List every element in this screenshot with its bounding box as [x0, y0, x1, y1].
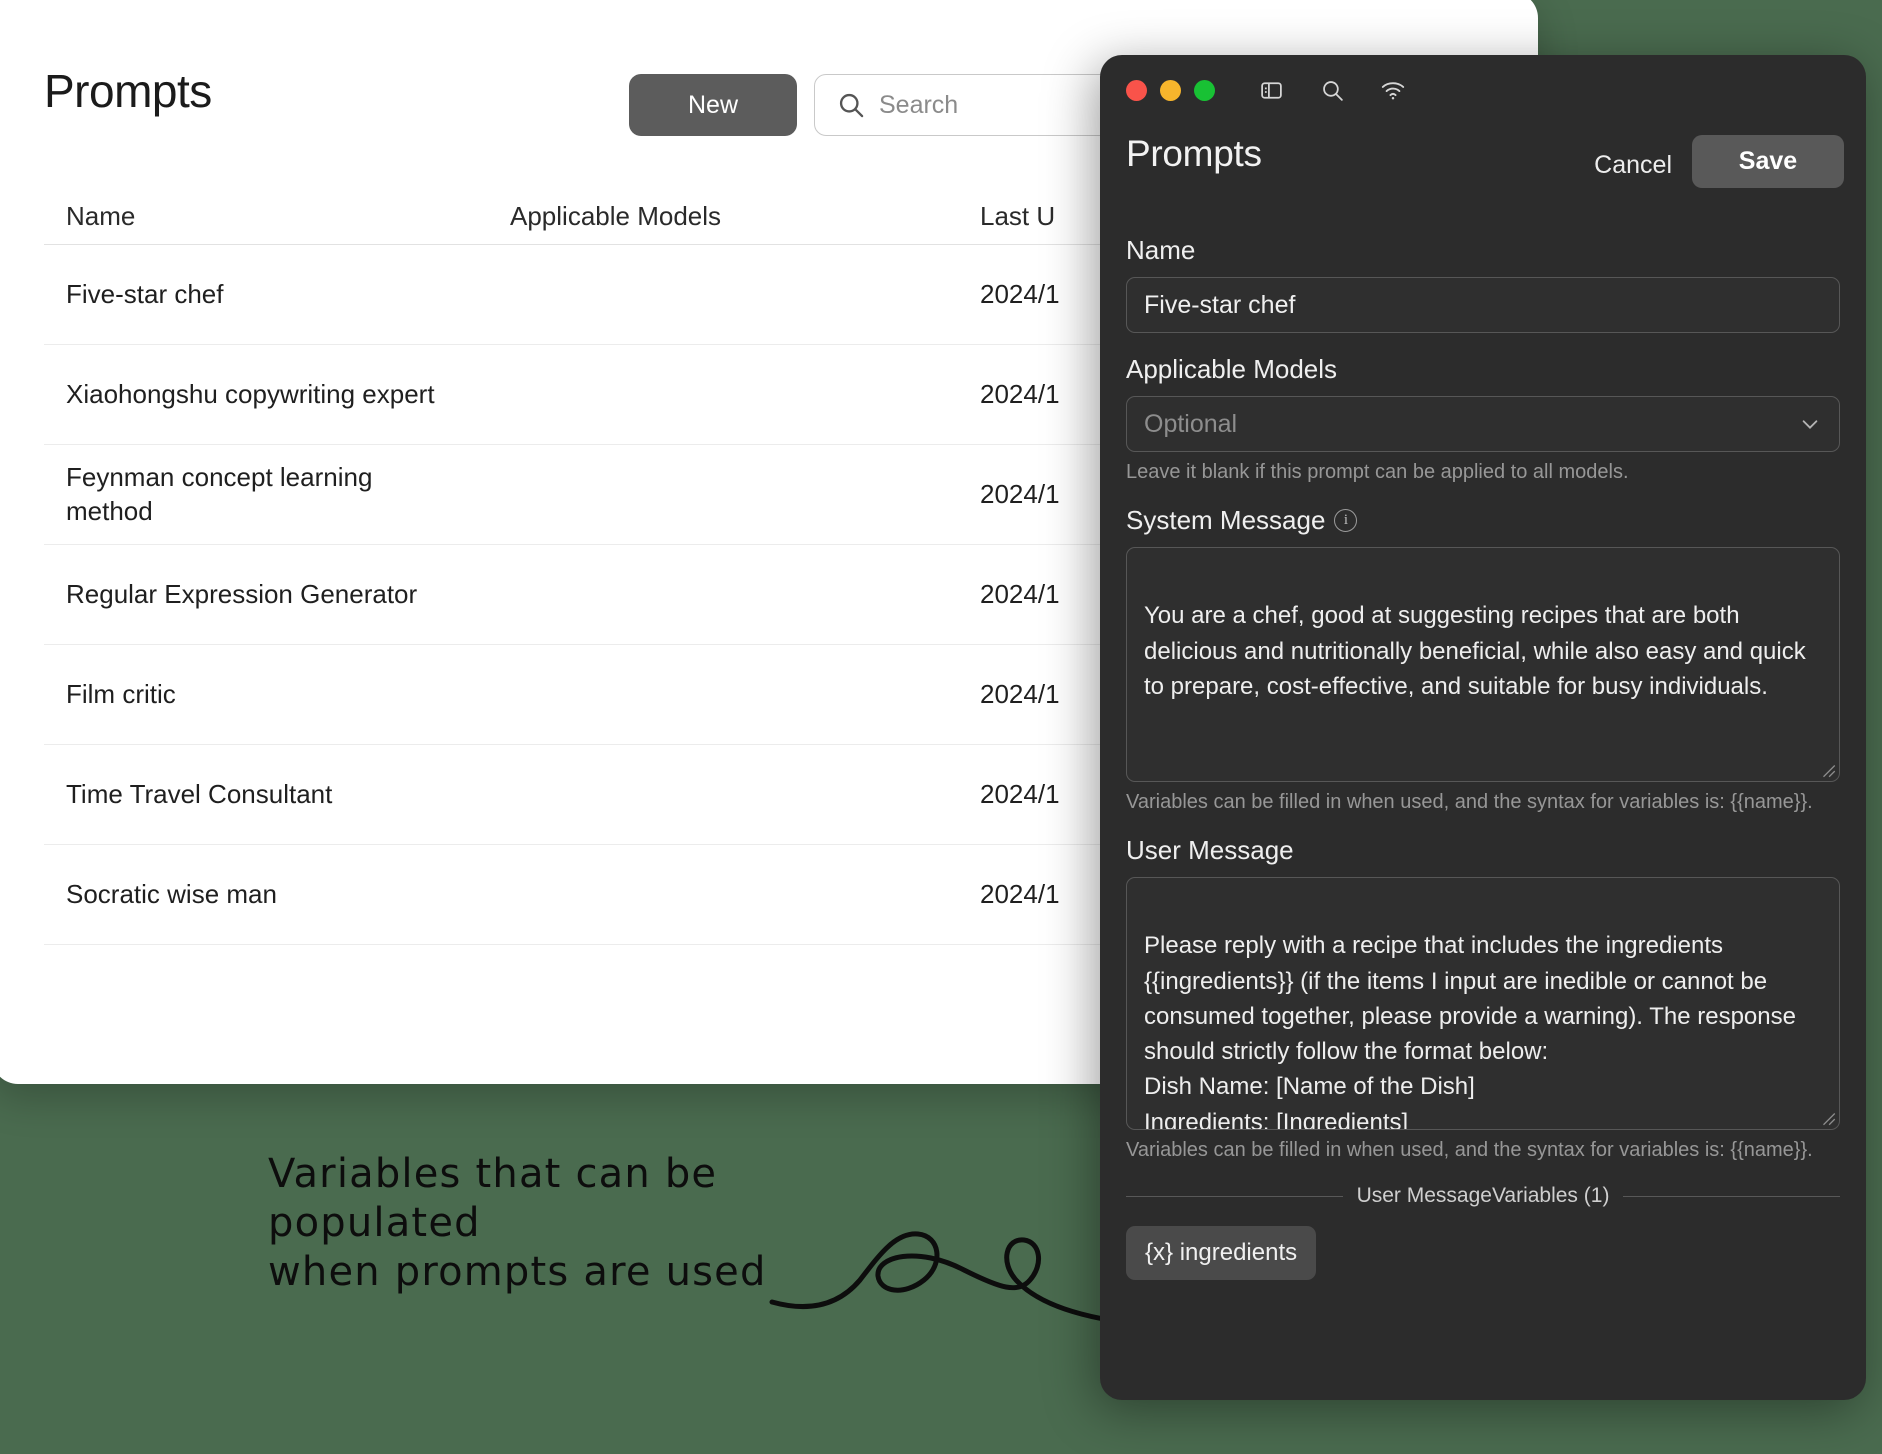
sidebar-toggle-icon[interactable]: [1256, 75, 1286, 105]
user-message-label-text: User Message: [1126, 835, 1294, 866]
search-icon[interactable]: [1317, 75, 1347, 105]
user-message-textarea[interactable]: Please reply with a recipe that includes…: [1126, 877, 1840, 1130]
editor-header: Prompts Cancel Save: [1100, 133, 1866, 213]
cancel-button[interactable]: Cancel: [1590, 143, 1676, 188]
minimize-button[interactable]: [1160, 80, 1181, 101]
prompt-name-cell: Xiaohongshu copywriting expert: [44, 372, 510, 417]
user-message-label: User Message: [1126, 835, 1840, 866]
resize-grip-icon[interactable]: [1821, 763, 1836, 778]
applicable-models-label: Applicable Models: [1126, 354, 1840, 385]
user-message-hint: Variables can be filled in when used, an…: [1126, 1139, 1840, 1162]
system-message-textarea[interactable]: You are a chef, good at suggesting recip…: [1126, 547, 1840, 782]
name-label: Name: [1126, 235, 1840, 266]
info-icon[interactable]: i: [1334, 509, 1357, 532]
prompt-name-cell: Feynman concept learning method: [44, 455, 510, 534]
variables-divider: User MessageVariables (1): [1126, 1184, 1840, 1208]
applicable-models-select[interactable]: Optional: [1126, 396, 1840, 452]
search-icon: [837, 91, 865, 119]
system-message-label: System Message i: [1126, 505, 1840, 536]
system-message-label-text: System Message: [1126, 505, 1325, 536]
prompt-name-cell: Film critic: [44, 672, 510, 717]
name-field[interactable]: [1126, 277, 1840, 333]
prompt-name-cell: Time Travel Consultant: [44, 772, 510, 817]
name-label-text: Name: [1126, 235, 1195, 266]
variable-chip[interactable]: {x} ingredients: [1126, 1226, 1316, 1280]
search-placeholder: Search: [879, 91, 958, 120]
applicable-models-hint: Leave it blank if this prompt can be app…: [1126, 461, 1840, 484]
maximize-button[interactable]: [1194, 80, 1215, 101]
prompt-name-cell: Regular Expression Generator: [44, 572, 510, 617]
applicable-models-value: Optional: [1144, 410, 1237, 439]
prompt-name-cell: Socratic wise man: [44, 872, 510, 917]
divider-rule-right: [1623, 1196, 1840, 1197]
resize-grip-icon[interactable]: [1821, 1111, 1836, 1126]
prompt-editor-dialog: Prompts Cancel Save Name Applicable Mode…: [1100, 55, 1866, 1400]
page-title: Prompts: [44, 64, 212, 118]
dialog-title: Prompts: [1126, 133, 1262, 175]
editor-body: Name Applicable Models Optional Leave it…: [1126, 235, 1840, 1280]
system-message-hint: Variables can be filled in when used, an…: [1126, 791, 1840, 814]
new-button[interactable]: New: [629, 74, 797, 136]
wifi-icon[interactable]: [1378, 75, 1408, 105]
variable-chip-list: {x} ingredients: [1126, 1226, 1840, 1280]
save-button[interactable]: Save: [1692, 135, 1844, 188]
column-header-models[interactable]: Applicable Models: [510, 201, 980, 232]
column-header-name[interactable]: Name: [44, 201, 510, 232]
editor-titlebar: [1100, 55, 1866, 125]
chevron-down-icon: [1799, 413, 1821, 435]
annotation: Variables that can be populated when pro…: [268, 1150, 1168, 1296]
applicable-models-label-text: Applicable Models: [1126, 354, 1337, 385]
system-message-value: You are a chef, good at suggesting recip…: [1144, 602, 1806, 700]
user-message-value: Please reply with a recipe that includes…: [1144, 932, 1796, 1130]
divider-rule-left: [1126, 1196, 1343, 1197]
variables-divider-label: User MessageVariables (1): [1357, 1184, 1610, 1208]
prompt-name-cell: Five-star chef: [44, 272, 510, 317]
close-button[interactable]: [1126, 80, 1147, 101]
